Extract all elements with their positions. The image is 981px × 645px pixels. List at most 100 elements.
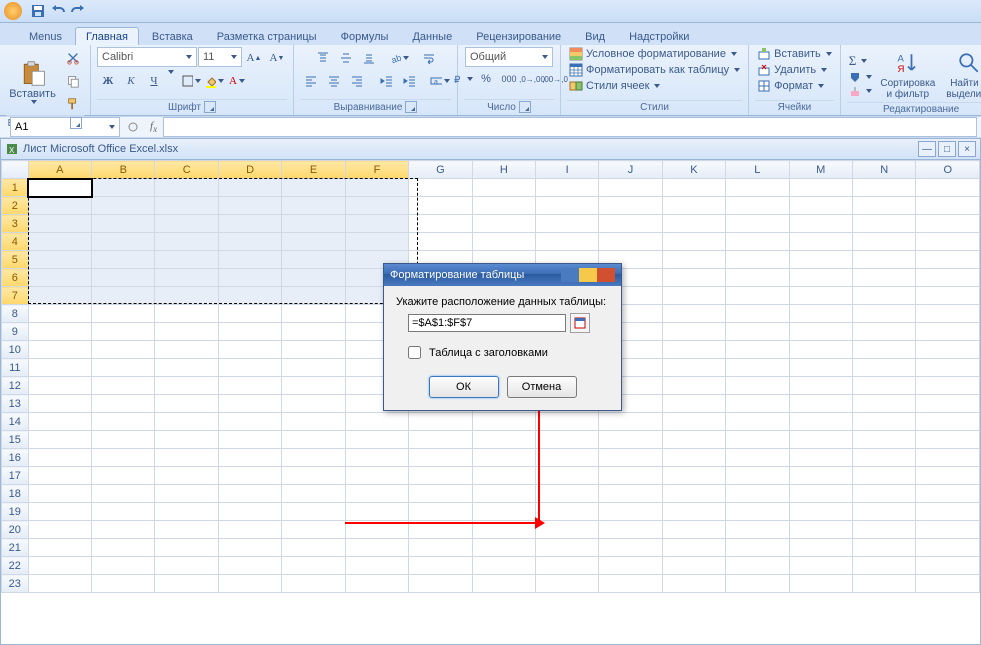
column-header[interactable]: A [28, 161, 91, 179]
cell[interactable] [853, 539, 916, 557]
cell[interactable] [282, 503, 345, 521]
decrease-indent-icon[interactable] [376, 70, 398, 92]
conditional-formatting-button[interactable]: Условное форматирование [567, 47, 739, 61]
font-name-combo[interactable]: Calibri [97, 47, 197, 67]
cell[interactable] [92, 485, 155, 503]
ok-button[interactable]: ОК [429, 376, 499, 398]
cell[interactable] [662, 377, 725, 395]
cell[interactable] [662, 431, 725, 449]
cell[interactable] [282, 449, 345, 467]
cell[interactable] [218, 503, 281, 521]
cut-icon[interactable] [62, 47, 84, 69]
cell[interactable] [726, 449, 789, 467]
cell[interactable] [28, 215, 91, 233]
column-header[interactable]: G [409, 161, 472, 179]
cell[interactable] [536, 431, 599, 449]
cell[interactable] [916, 395, 980, 413]
cell[interactable] [28, 557, 91, 575]
cell[interactable] [916, 413, 980, 431]
cell[interactable] [28, 413, 91, 431]
cell[interactable] [218, 359, 281, 377]
cell[interactable] [92, 287, 155, 305]
cell[interactable] [155, 503, 218, 521]
cell[interactable] [155, 395, 218, 413]
cell[interactable] [155, 521, 218, 539]
office-button[interactable] [4, 2, 22, 20]
fx-button[interactable]: fx [150, 120, 157, 134]
cell[interactable] [536, 413, 599, 431]
cell[interactable] [789, 359, 852, 377]
align-middle-icon[interactable] [335, 47, 357, 69]
cell[interactable] [282, 539, 345, 557]
cell[interactable] [409, 179, 472, 197]
cell[interactable] [853, 251, 916, 269]
cell[interactable] [853, 359, 916, 377]
cell[interactable] [218, 395, 281, 413]
cell[interactable] [155, 431, 218, 449]
cell[interactable] [726, 215, 789, 233]
cell[interactable] [916, 233, 980, 251]
cell[interactable] [599, 449, 662, 467]
grow-font-icon[interactable]: A▲ [243, 47, 265, 69]
cell[interactable] [345, 233, 408, 251]
cell[interactable] [662, 539, 725, 557]
cell[interactable] [916, 179, 980, 197]
formula-input[interactable] [163, 117, 977, 137]
cell[interactable] [536, 503, 599, 521]
cell[interactable] [28, 395, 91, 413]
cell[interactable] [789, 503, 852, 521]
cell[interactable] [853, 305, 916, 323]
cell[interactable] [92, 395, 155, 413]
number-launcher[interactable] [519, 101, 531, 113]
cell[interactable] [345, 467, 408, 485]
cell[interactable] [472, 215, 535, 233]
cell[interactable] [92, 521, 155, 539]
cell[interactable] [409, 503, 472, 521]
cell[interactable] [28, 269, 91, 287]
cell[interactable] [853, 449, 916, 467]
cell[interactable] [218, 305, 281, 323]
merge-button[interactable]: a [429, 70, 451, 92]
cell[interactable] [218, 197, 281, 215]
cell[interactable] [789, 485, 852, 503]
cell[interactable] [536, 521, 599, 539]
cell[interactable] [726, 179, 789, 197]
cell[interactable] [726, 467, 789, 485]
cell[interactable] [92, 359, 155, 377]
cell[interactable] [472, 233, 535, 251]
cell[interactable] [282, 521, 345, 539]
accounting-icon[interactable]: ₽ [452, 68, 474, 90]
underline-button[interactable]: Ч [143, 70, 165, 92]
cell[interactable] [662, 215, 725, 233]
border-button[interactable] [180, 70, 202, 92]
cell[interactable] [92, 413, 155, 431]
cell[interactable] [92, 575, 155, 593]
cell[interactable] [409, 539, 472, 557]
number-format-combo[interactable]: Общий [465, 47, 553, 67]
cell[interactable] [726, 341, 789, 359]
workbook-titlebar[interactable]: X Лист Microsoft Office Excel.xlsx — □ × [0, 138, 981, 160]
cell[interactable] [92, 539, 155, 557]
cell[interactable] [282, 413, 345, 431]
cell[interactable] [28, 341, 91, 359]
cell[interactable] [345, 431, 408, 449]
cell[interactable] [916, 215, 980, 233]
cell[interactable] [916, 197, 980, 215]
cell[interactable] [409, 485, 472, 503]
cell[interactable] [662, 251, 725, 269]
cell[interactable] [282, 359, 345, 377]
cell[interactable] [92, 215, 155, 233]
cell[interactable] [726, 413, 789, 431]
cell[interactable] [282, 197, 345, 215]
cell[interactable] [662, 341, 725, 359]
column-header[interactable]: C [155, 161, 218, 179]
cell[interactable] [218, 377, 281, 395]
cell[interactable] [662, 449, 725, 467]
cell[interactable] [789, 323, 852, 341]
row-header[interactable]: 14 [2, 413, 29, 431]
cell[interactable] [853, 377, 916, 395]
cell[interactable] [853, 215, 916, 233]
namebox-expand-icon[interactable] [122, 116, 144, 138]
cell[interactable] [28, 287, 91, 305]
cell[interactable] [853, 179, 916, 197]
